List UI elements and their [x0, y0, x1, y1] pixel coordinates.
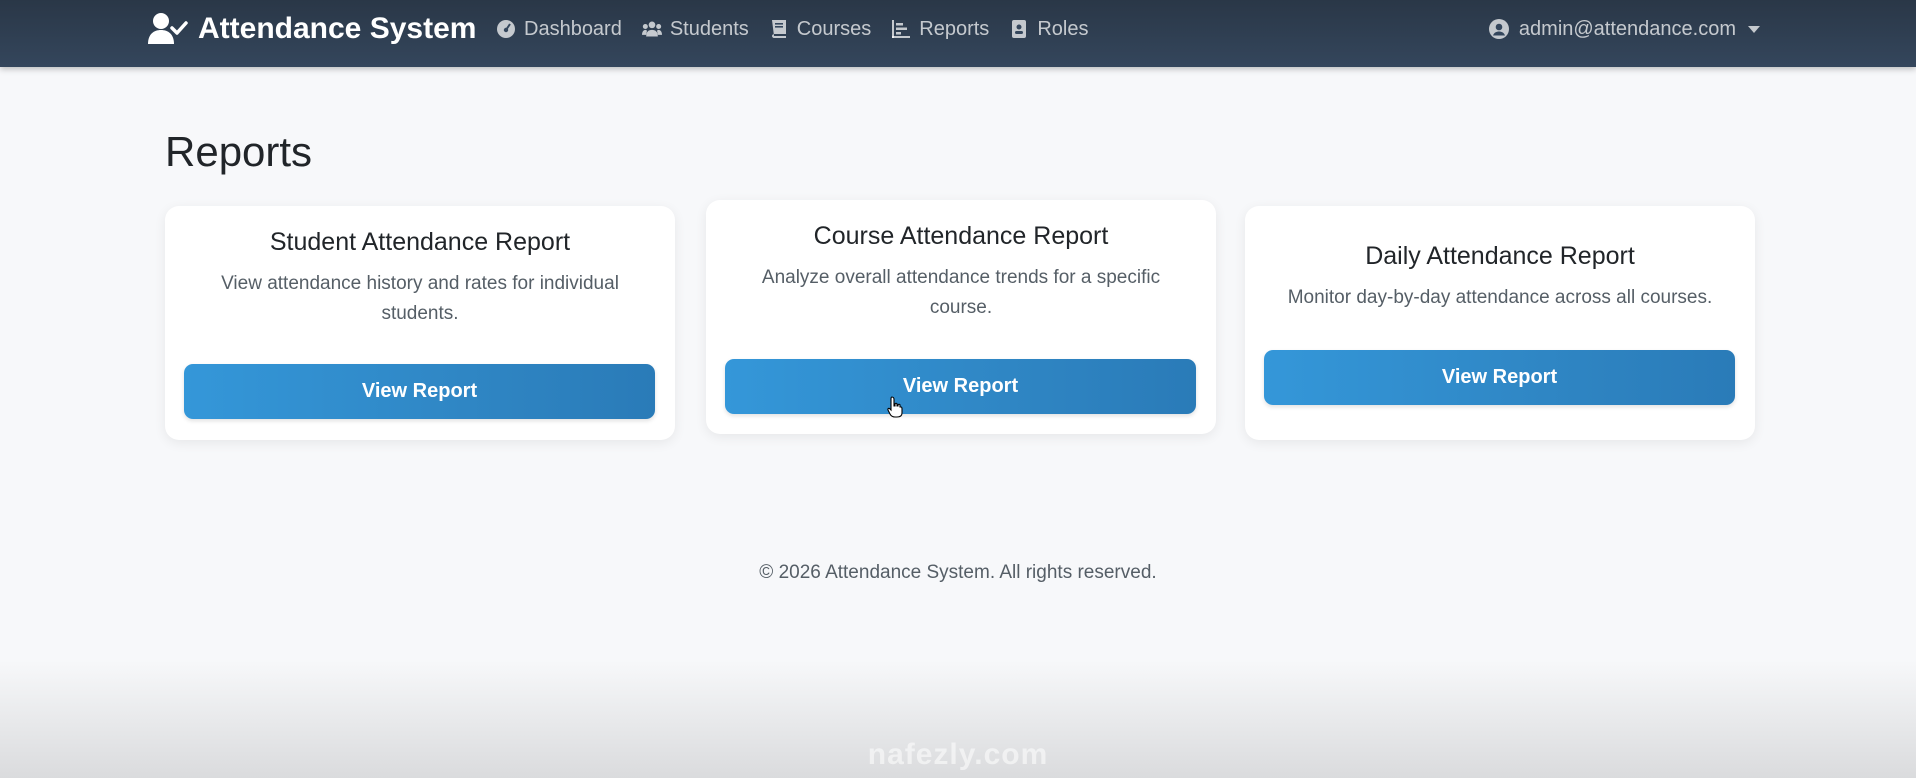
nav-item-dashboard[interactable]: Dashboard — [496, 18, 622, 41]
chevron-down-icon — [1748, 25, 1760, 33]
user-check-icon — [148, 13, 188, 44]
report-card-daily: Daily Attendance Report Monitor day-by-d… — [1245, 206, 1755, 440]
book-icon — [771, 20, 786, 38]
user-email: admin@attendance.com — [1518, 17, 1736, 40]
nav-item-label: Roles — [1037, 17, 1089, 40]
nav-item-students[interactable]: Students — [641, 17, 749, 41]
report-card-course: Course Attendance Report Analyze overall… — [706, 200, 1216, 434]
user-dropdown[interactable]: admin@attendance.com — [1488, 14, 1760, 44]
view-course-report-button[interactable]: View Report — [725, 359, 1196, 414]
card-description: Monitor day-by-day attendance across all… — [1287, 287, 1713, 308]
hand-pointer-cursor-icon — [887, 396, 903, 418]
nav-item-label: Reports — [919, 17, 990, 40]
brand-title: Attendance System — [198, 12, 477, 45]
users-icon — [641, 21, 662, 37]
nav-item-label: Students — [669, 17, 749, 40]
card-description: Analyze overall attendance trends for a … — [761, 267, 1161, 318]
chart-bar-icon — [892, 20, 911, 38]
nav-item-reports[interactable]: Reports — [891, 18, 989, 41]
nav-item-courses[interactable]: Courses — [769, 18, 871, 41]
report-card-student: Student Attendance Report View attendanc… — [165, 206, 675, 440]
card-title: Daily Attendance Report — [1365, 242, 1635, 270]
nav-item-label: Courses — [796, 17, 872, 40]
page-title: Reports — [165, 128, 313, 175]
dashboard-gauge-icon — [497, 20, 515, 38]
nav-item-roles[interactable]: Roles — [1009, 18, 1088, 41]
footer-copyright: © 2026 Attendance System. All rights res… — [759, 562, 1157, 583]
brand-link[interactable]: Attendance System — [148, 10, 476, 48]
user-circle-icon — [1488, 19, 1509, 39]
top-navbar: Attendance System Dashboard Students Cou… — [0, 0, 1916, 67]
view-student-report-button[interactable]: View Report — [184, 364, 655, 419]
id-badge-icon — [1012, 20, 1027, 38]
card-description: View attendance history and rates for in… — [221, 273, 619, 324]
watermark-logo: nafezly.com — [867, 738, 1049, 771]
nav-item-label: Dashboard — [524, 17, 622, 40]
view-daily-report-button[interactable]: View Report — [1264, 350, 1735, 405]
card-title: Course Attendance Report — [813, 222, 1109, 250]
nav-links: Dashboard Students Courses Reports Roles — [496, 14, 1088, 44]
card-title: Student Attendance Report — [269, 228, 571, 256]
